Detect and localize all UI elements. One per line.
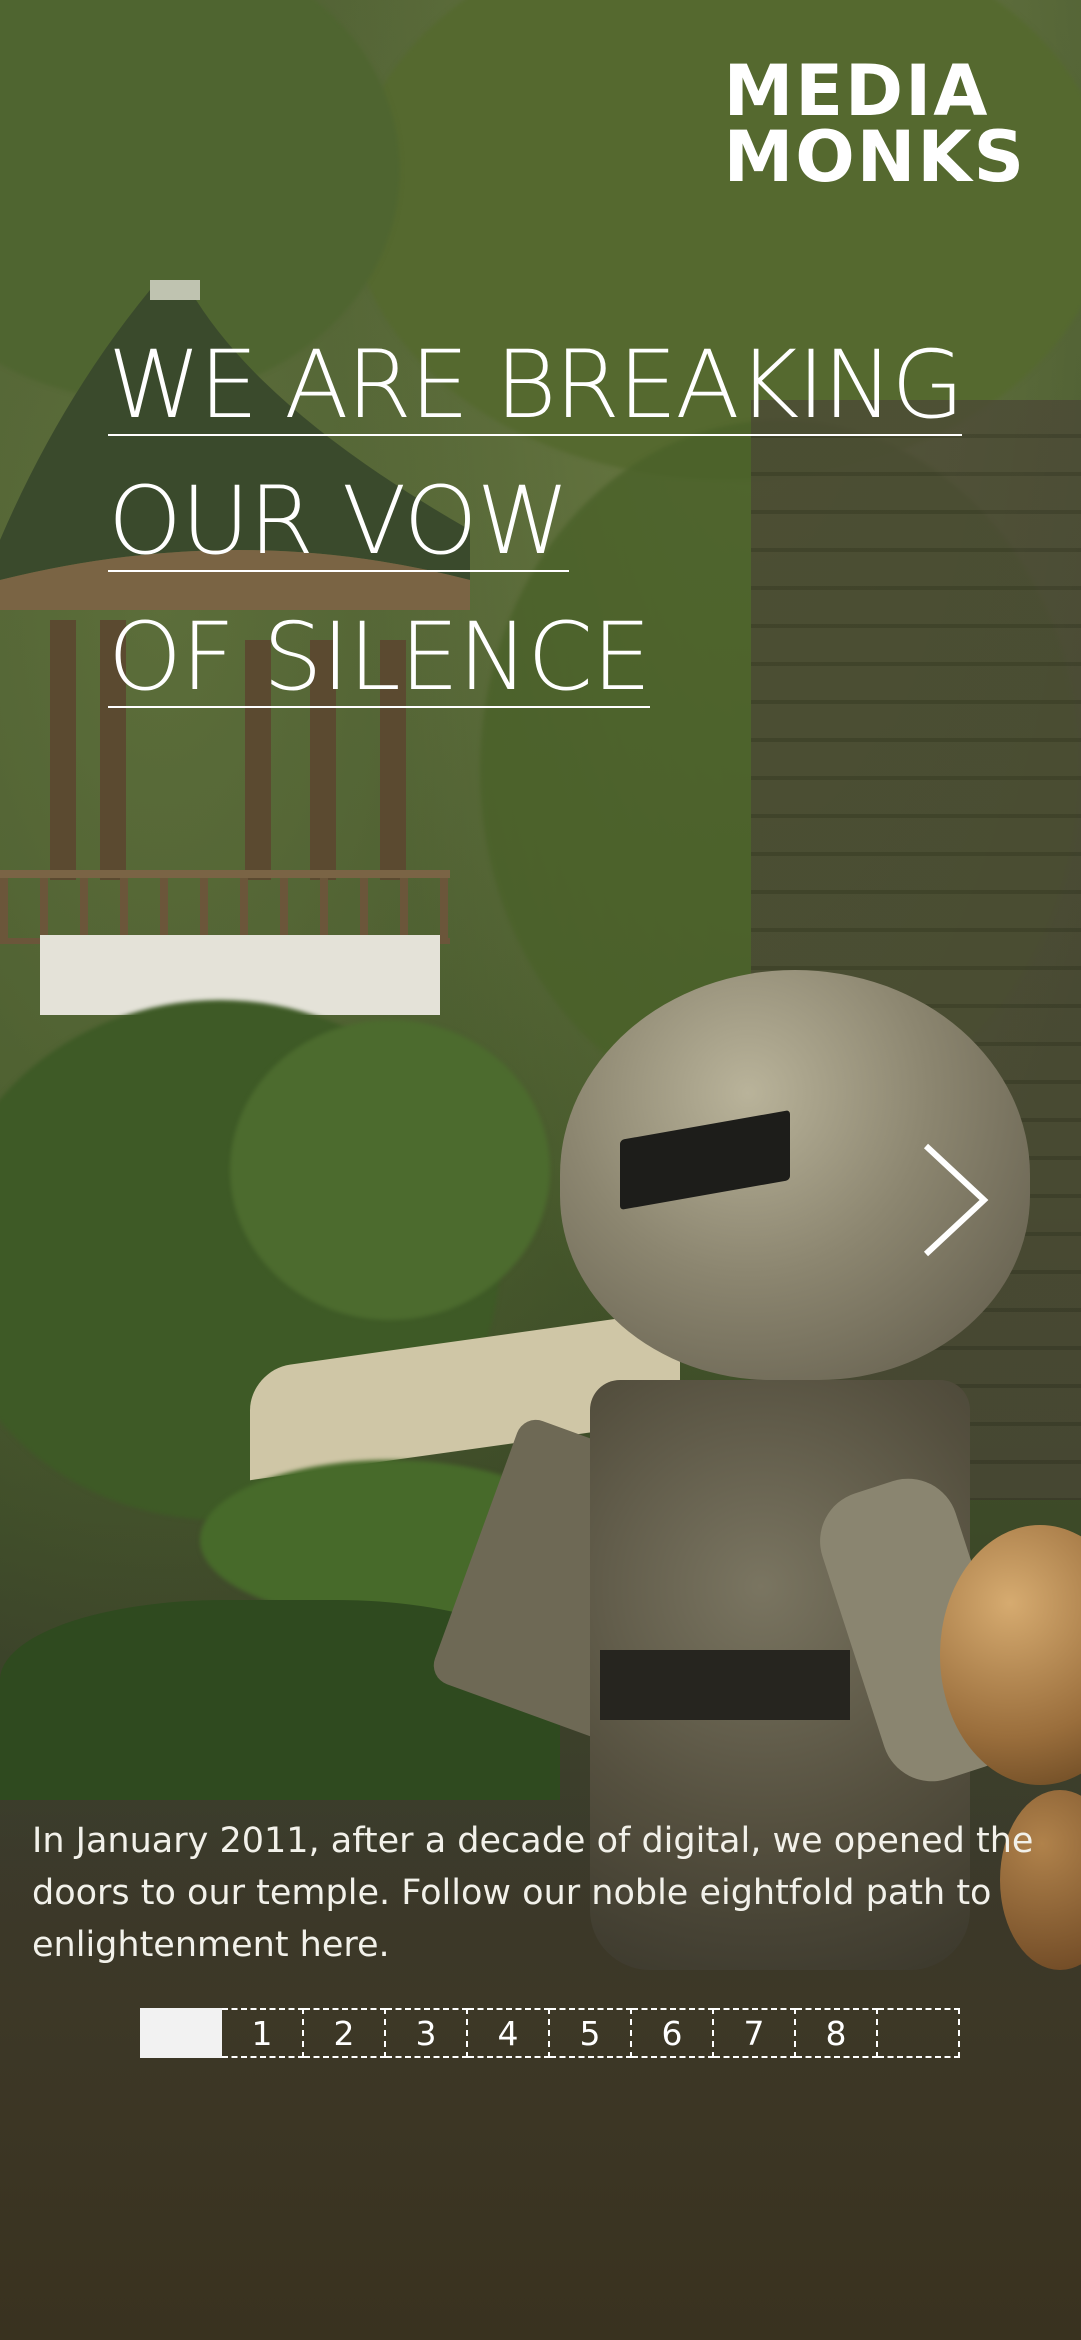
pager-cell-active[interactable]: [140, 2008, 222, 2058]
pavilion-post: [50, 620, 76, 880]
logo-line: MEDIA: [723, 50, 990, 132]
garden-bushes: [230, 1020, 550, 1320]
pagination: 12345678: [140, 2008, 960, 2062]
pager-cell[interactable]: 3: [386, 2008, 468, 2058]
pager-cell[interactable]: 8: [796, 2008, 878, 2058]
chevron-right-icon: [923, 1143, 989, 1257]
pager-cell[interactable]: 6: [632, 2008, 714, 2058]
logo-line: MONKS: [723, 116, 1026, 198]
pager-cell[interactable]: [878, 2008, 960, 2058]
headline-link-line2[interactable]: OUR VOW: [108, 474, 570, 572]
pager-cell[interactable]: 7: [714, 2008, 796, 2058]
pager-cell[interactable]: 5: [550, 2008, 632, 2058]
intro-text: In January 2011, after a decade of digit…: [32, 1821, 1034, 1965]
brand-logo[interactable]: MEDIA MONKS: [723, 50, 1026, 198]
pager-cell[interactable]: 1: [222, 2008, 304, 2058]
next-slide-button[interactable]: [918, 1140, 998, 1260]
monk-belt: [600, 1650, 850, 1720]
headline-link-line1[interactable]: WE ARE BREAKING: [108, 338, 964, 436]
pager-cell[interactable]: 4: [468, 2008, 550, 2058]
pavilion-railing: [0, 870, 450, 944]
headline-link-line3[interactable]: OF SILENCE: [108, 610, 651, 708]
headline: WE ARE BREAKING OUR VOW OF SILENCE: [108, 338, 1008, 746]
pager-cell[interactable]: 2: [304, 2008, 386, 2058]
